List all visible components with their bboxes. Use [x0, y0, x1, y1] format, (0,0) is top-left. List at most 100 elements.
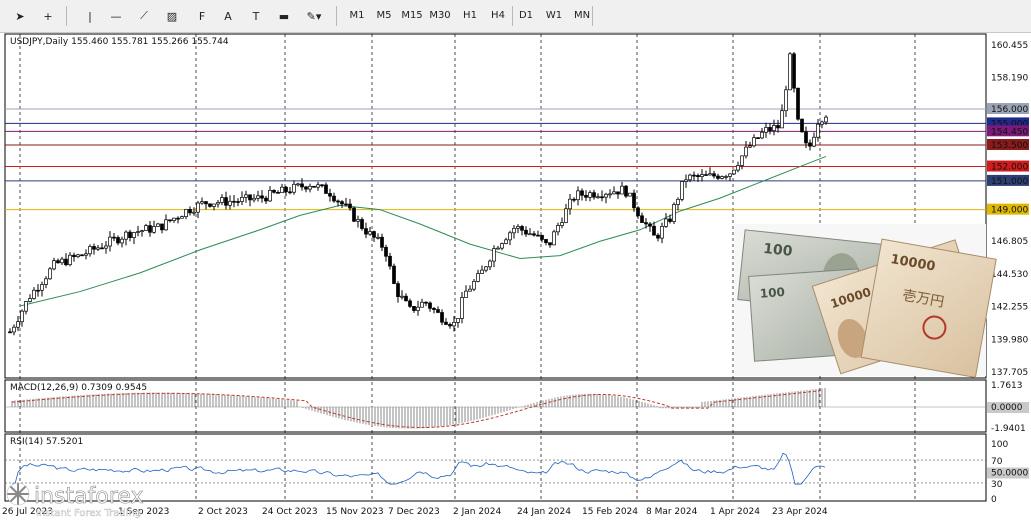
candle-body [12, 326, 16, 333]
timeframe-m5[interactable]: M5 [372, 6, 396, 26]
timeframe-h1[interactable]: H1 [458, 6, 482, 26]
candle-body [336, 200, 340, 203]
candle-body [376, 236, 380, 239]
chart-header: USDJPY,Daily 155.460 155.781 155.266 155… [10, 37, 229, 47]
candle-body [240, 196, 244, 202]
horizontal-line-icon[interactable]: — [104, 5, 128, 27]
shapes-dropdown-icon[interactable]: ✎▾ [302, 5, 326, 27]
candle-body [100, 247, 104, 250]
candle-body [596, 196, 600, 199]
candle-body [560, 222, 564, 226]
timeframe-m30[interactable]: M30 [428, 6, 452, 26]
level-tag-label: 156.000 [991, 105, 1028, 115]
candle-body [524, 229, 528, 235]
candle-body [252, 197, 256, 201]
candle-body [224, 197, 228, 206]
candle-body [528, 233, 532, 236]
timeframe-m1[interactable]: M1 [345, 6, 369, 26]
candle-body [420, 301, 424, 308]
candle-body [60, 258, 64, 264]
rsi-axis-label: 100 [991, 440, 1008, 450]
trendline-icon[interactable]: ⟋ [132, 5, 156, 27]
currency-photo: 100 100 10000 10000 壱万円 [734, 224, 997, 379]
candle-body [604, 193, 608, 198]
candle-body [436, 309, 440, 313]
candle-body [96, 247, 100, 250]
timeframe-mn[interactable]: MN [570, 6, 594, 26]
candle-body [664, 218, 668, 227]
timeframe-m15[interactable]: M15 [400, 6, 424, 26]
candle-body [540, 235, 544, 240]
vertical-line-icon[interactable]: | [78, 5, 102, 27]
chart-canvas[interactable]: 160.455158.190155.925153.500151.000149.0… [0, 33, 1031, 522]
candle-body [652, 225, 656, 236]
candle-body [372, 231, 376, 238]
crosshair-icon[interactable]: + [36, 5, 60, 27]
candle-body [808, 142, 812, 147]
candle-body [444, 321, 448, 325]
candle-body [520, 226, 524, 231]
candle-body [200, 201, 204, 204]
candle-body [716, 175, 720, 179]
candle-body [196, 202, 200, 213]
candle-body [820, 121, 824, 125]
candle-body [684, 179, 688, 182]
candle-body [320, 184, 324, 187]
macd-label: MACD(12,26,9) 0.7309 0.9545 [10, 383, 147, 393]
timeframe-h4[interactable]: H4 [486, 6, 510, 26]
candle-body [752, 137, 756, 147]
candle-body [136, 231, 140, 233]
timeframe-w1[interactable]: W1 [542, 6, 566, 26]
text-label-icon[interactable]: T [244, 5, 268, 27]
candle-body [772, 125, 776, 131]
candle-body [64, 258, 68, 266]
candle-body [348, 203, 352, 209]
candle-body [184, 209, 188, 217]
candle-body [360, 219, 364, 229]
candle-body [32, 289, 36, 299]
date-axis-label: 24 Jan 2024 [517, 507, 571, 517]
chart-area[interactable]: 160.455158.190155.925153.500151.000149.0… [0, 33, 1031, 522]
candle-body [692, 174, 696, 177]
candle-body [316, 184, 320, 188]
candle-body [280, 186, 284, 194]
candle-body [152, 226, 156, 233]
candle-body [156, 223, 160, 227]
candle-body [736, 165, 740, 171]
candle-body [388, 255, 392, 267]
candle-body [208, 203, 212, 207]
channel-icon[interactable]: ▨ [160, 5, 184, 27]
candle-body [80, 254, 84, 257]
text-icon[interactable]: A [216, 5, 240, 27]
logo-brand: instaforex [34, 484, 144, 509]
cursor-icon[interactable]: ➤ [8, 5, 32, 27]
date-axis-label: 2 Jan 2024 [453, 507, 501, 517]
fibonacci-icon[interactable]: F [190, 5, 214, 27]
candle-body [408, 300, 412, 307]
candle-body [516, 226, 520, 229]
candle-body [508, 232, 512, 241]
candle-body [656, 234, 660, 239]
rsi-axis-label: 0 [991, 495, 997, 505]
candle-body [568, 198, 572, 210]
candle-body [352, 207, 356, 222]
candle-body [68, 254, 72, 266]
candle-body [400, 295, 404, 298]
candle-body [616, 191, 620, 195]
candle-body [556, 225, 560, 233]
rsi-axis-label: 70 [991, 457, 1003, 467]
timeframe-d1[interactable]: D1 [514, 6, 538, 26]
candle-body [324, 184, 328, 194]
toolbar: ➤ + | — ⟋ ▨ F A T ▬ ✎▾ M1 M5 M15 M30 H1 H4 D1 W1 MN [0, 0, 1031, 33]
candle-body [468, 288, 472, 292]
candle-body [92, 246, 96, 250]
candle-body [404, 295, 408, 302]
candle-body [416, 306, 420, 311]
candle-body [676, 198, 680, 205]
candle-body [304, 186, 308, 190]
rectangle-icon[interactable]: ▬ [272, 5, 296, 27]
candle-body [784, 89, 788, 112]
candle-body [640, 215, 644, 223]
candle-body [812, 136, 816, 147]
candle-body [776, 125, 780, 129]
